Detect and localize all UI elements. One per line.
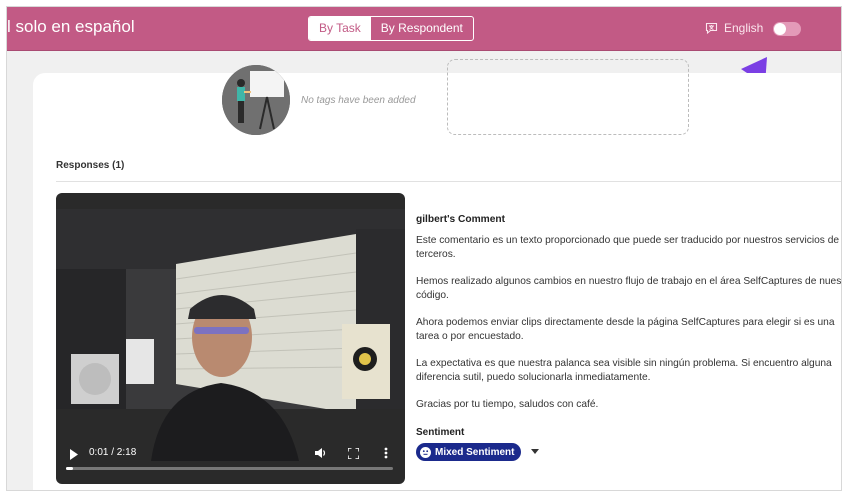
no-tags-text: No tags have been added — [301, 95, 416, 106]
divider — [56, 181, 841, 182]
tab-by-respondent[interactable]: By Respondent — [371, 17, 473, 40]
video-controls: 0:01 / 2:18 — [56, 437, 405, 484]
comment-paragraph: La expectativa es que nuestra palanca se… — [416, 358, 832, 383]
neutral-face-icon — [420, 446, 431, 458]
video-time: 0:01 / 2:18 — [89, 447, 137, 458]
page-title: l solo en español — [7, 17, 135, 36]
language-label: English — [724, 21, 764, 35]
comment-paragraph: Hemos realizado algunos cambios en nuest… — [416, 276, 842, 301]
comment-paragraph: Este comentario es un texto proporcionad… — [416, 235, 840, 260]
view-switcher: By Task By Respondent — [308, 16, 474, 41]
translate-icon — [705, 22, 718, 35]
app-window: l solo en español By Task By Respondent … — [6, 6, 842, 491]
comment-author: gilbert's Comment — [416, 214, 506, 225]
play-icon[interactable] — [69, 447, 79, 465]
task-card: No tags have been added Responses (1) 0:… — [33, 59, 842, 490]
video-player[interactable]: 0:01 / 2:18 — [56, 193, 405, 484]
video-progress-fill — [66, 467, 73, 470]
fullscreen-icon[interactable] — [347, 446, 360, 464]
video-frame — [56, 209, 405, 461]
chevron-down-icon[interactable] — [531, 449, 539, 454]
respondent-avatar — [222, 65, 290, 135]
comment-paragraph: Gracias por tu tiempo, saludos con café. — [416, 399, 599, 410]
comment-paragraph: Ahora podemos enviar clips directamente … — [416, 317, 835, 342]
tab-by-task[interactable]: By Task — [309, 17, 371, 40]
language-indicator: English — [705, 21, 763, 35]
tag-dropzone[interactable] — [447, 59, 689, 135]
video-progress-bar[interactable] — [66, 467, 393, 470]
responses-heading: Responses (1) — [56, 160, 125, 171]
volume-icon[interactable] — [315, 446, 327, 464]
toggle-knob — [774, 23, 786, 35]
comment-panel: gilbert's Comment Este comentario es un … — [416, 213, 842, 425]
translate-toggle[interactable] — [773, 22, 801, 36]
sentiment-value: Mixed Sentiment — [435, 446, 515, 458]
sentiment-label: Sentiment — [416, 427, 465, 438]
sentiment-badge[interactable]: Mixed Sentiment — [416, 443, 522, 461]
header-bar: l solo en español By Task By Respondent … — [7, 7, 841, 51]
more-vertical-icon[interactable] — [384, 446, 388, 464]
